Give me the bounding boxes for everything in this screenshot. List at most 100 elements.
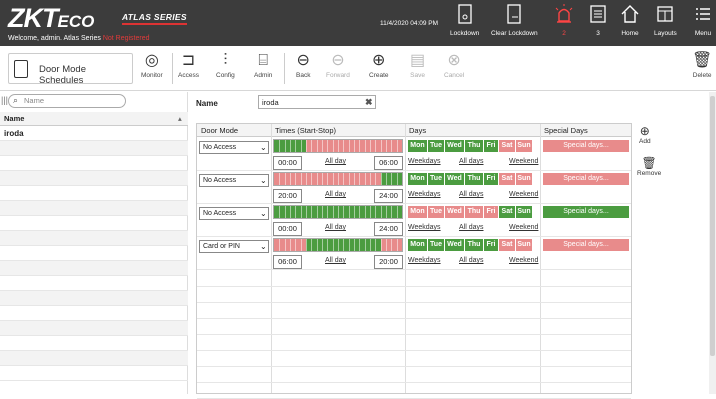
time-range-bar[interactable]: [273, 205, 403, 219]
remove-row-button[interactable]: 🗑 Remove: [637, 156, 661, 177]
scrollbar-thumb[interactable]: [710, 96, 715, 356]
cancel-button[interactable]: ⊗ Cancel: [444, 50, 464, 79]
day-toggle-wed[interactable]: Wed: [445, 239, 464, 251]
start-time-input[interactable]: 00:00: [273, 222, 302, 236]
empty-list-row[interactable]: [0, 171, 188, 186]
empty-list-row[interactable]: [0, 156, 188, 171]
back-button[interactable]: ⊖ Back: [296, 50, 310, 79]
special-days-button[interactable]: Special days...: [543, 206, 629, 218]
special-days-button[interactable]: Special days...: [543, 173, 629, 185]
empty-list-row[interactable]: [0, 336, 188, 351]
day-toggle-tue[interactable]: Tue: [428, 206, 444, 218]
day-toggle-tue[interactable]: Tue: [428, 239, 444, 251]
layouts-button[interactable]: Layouts: [654, 4, 677, 37]
clear-icon[interactable]: ✖: [365, 97, 373, 108]
day-toggle-sat[interactable]: Sat: [499, 206, 515, 218]
empty-list-row[interactable]: [0, 141, 188, 156]
empty-list-row[interactable]: [0, 201, 188, 216]
day-toggle-sun[interactable]: Sun: [516, 239, 532, 251]
time-range-bar[interactable]: [273, 139, 403, 153]
door-mode-select[interactable]: No Access ⌄: [199, 174, 269, 187]
list-header[interactable]: Name ▴: [0, 112, 188, 126]
empty-list-row[interactable]: [0, 351, 188, 366]
day-toggle-thu[interactable]: Thu: [465, 239, 483, 251]
all-day-link[interactable]: All day: [325, 257, 346, 264]
start-time-input[interactable]: 00:00: [273, 156, 302, 170]
day-toggle-sun[interactable]: Sun: [516, 173, 532, 185]
search-input[interactable]: ⌕ Name: [8, 94, 126, 108]
access-button[interactable]: ⊐ Access: [178, 50, 199, 79]
time-range-bar[interactable]: [273, 172, 403, 186]
stop-time-input[interactable]: 06:00: [374, 156, 403, 170]
day-toggle-sun[interactable]: Sun: [516, 140, 532, 152]
day-toggle-tue[interactable]: Tue: [428, 140, 444, 152]
all-day-link[interactable]: All day: [325, 158, 346, 165]
day-toggle-mon[interactable]: Mon: [408, 239, 427, 251]
events-button[interactable]: 3: [588, 4, 608, 37]
monitor-button[interactable]: ◎ Monitor: [141, 50, 163, 79]
time-range-bar[interactable]: [273, 238, 403, 252]
all-days-link[interactable]: All days: [459, 158, 484, 165]
special-days-button[interactable]: Special days...: [543, 140, 629, 152]
day-toggle-wed[interactable]: Wed: [445, 206, 464, 218]
empty-list-row[interactable]: [0, 231, 188, 246]
day-toggle-fri[interactable]: Fri: [484, 173, 498, 185]
all-days-link[interactable]: All days: [459, 257, 484, 264]
columns-icon[interactable]: |||: [1, 95, 8, 105]
empty-list-row[interactable]: [0, 291, 188, 306]
door-mode-select[interactable]: No Access ⌄: [199, 207, 269, 220]
clear-lockdown-button[interactable]: Clear Lockdown: [491, 4, 538, 37]
stop-time-input[interactable]: 24:00: [374, 222, 403, 236]
weekdays-link[interactable]: Weekdays: [408, 224, 441, 231]
day-toggle-thu[interactable]: Thu: [465, 173, 483, 185]
add-row-button[interactable]: ⊕ Add: [639, 124, 651, 145]
vertical-scrollbar[interactable]: [709, 92, 716, 394]
stop-time-input[interactable]: 24:00: [374, 189, 403, 203]
all-days-link[interactable]: All days: [459, 191, 484, 198]
empty-list-row[interactable]: [0, 276, 188, 291]
weekdays-link[interactable]: Weekdays: [408, 191, 441, 198]
empty-list-row[interactable]: [0, 321, 188, 336]
empty-list-row[interactable]: [0, 216, 188, 231]
stop-time-input[interactable]: 20:00: [374, 255, 403, 269]
forward-button[interactable]: ⊖ Forward: [326, 50, 350, 79]
weekdays-link[interactable]: Weekdays: [408, 257, 441, 264]
list-item[interactable]: iroda: [0, 126, 188, 141]
day-toggle-sat[interactable]: Sat: [499, 140, 515, 152]
door-mode-select[interactable]: No Access ⌄: [199, 141, 269, 154]
home-button[interactable]: Home: [620, 4, 640, 37]
alarms-button[interactable]: 2: [552, 4, 576, 37]
day-toggle-thu[interactable]: Thu: [465, 206, 483, 218]
all-day-link[interactable]: All day: [325, 191, 346, 198]
start-time-input[interactable]: 06:00: [273, 255, 302, 269]
day-toggle-sat[interactable]: Sat: [499, 239, 515, 251]
start-time-input[interactable]: 20:00: [273, 189, 302, 203]
name-field[interactable]: iroda ✖: [258, 95, 376, 109]
weekend-link[interactable]: Weekend: [509, 224, 538, 231]
day-toggle-fri[interactable]: Fri: [484, 206, 498, 218]
empty-list-row[interactable]: [0, 186, 188, 201]
empty-list-row[interactable]: [0, 306, 188, 321]
day-toggle-sat[interactable]: Sat: [499, 173, 515, 185]
day-toggle-fri[interactable]: Fri: [484, 239, 498, 251]
day-toggle-mon[interactable]: Mon: [408, 206, 427, 218]
weekdays-link[interactable]: Weekdays: [408, 158, 441, 165]
day-toggle-mon[interactable]: Mon: [408, 173, 427, 185]
special-days-button[interactable]: Special days...: [543, 239, 629, 251]
door-mode-select[interactable]: Card or PIN ⌄: [199, 240, 269, 253]
day-toggle-sun[interactable]: Sun: [516, 206, 532, 218]
empty-list-row[interactable]: [0, 261, 188, 276]
all-days-link[interactable]: All days: [459, 224, 484, 231]
create-button[interactable]: ⊕ Create: [369, 50, 389, 79]
day-toggle-mon[interactable]: Mon: [408, 140, 427, 152]
empty-list-row[interactable]: [0, 246, 188, 261]
all-day-link[interactable]: All day: [325, 224, 346, 231]
empty-list-row[interactable]: [0, 366, 188, 381]
day-toggle-thu[interactable]: Thu: [465, 140, 483, 152]
config-button[interactable]: ⫶ Config: [216, 50, 235, 79]
weekend-link[interactable]: Weekend: [509, 257, 538, 264]
delete-button[interactable]: 🗑 Delete: [692, 50, 712, 79]
day-toggle-tue[interactable]: Tue: [428, 173, 444, 185]
day-toggle-wed[interactable]: Wed: [445, 173, 464, 185]
admin-button[interactable]: ⌸ Admin: [254, 50, 272, 79]
